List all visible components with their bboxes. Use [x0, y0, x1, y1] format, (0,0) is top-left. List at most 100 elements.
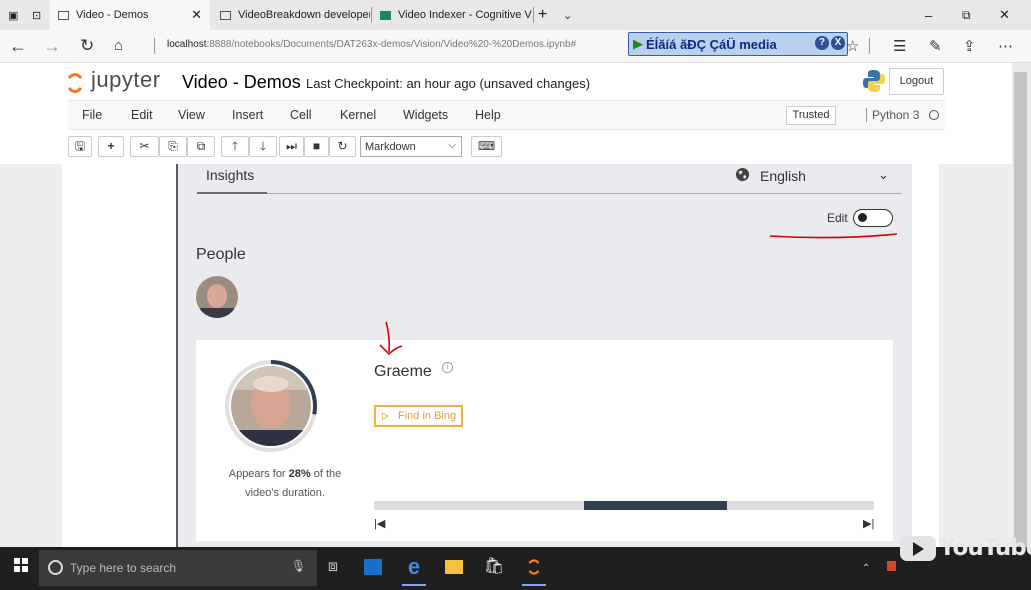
language-select[interactable]: English	[760, 168, 806, 184]
menu-edit[interactable]: Edit	[131, 108, 153, 122]
close-tab-icon[interactable]: ✕	[191, 7, 202, 23]
command-palette-keyboard-icon[interactable]: ⌨	[471, 136, 502, 157]
tab-label: Video - Demos	[76, 9, 149, 21]
minimize-icon[interactable]: –	[925, 0, 941, 30]
tab-insights[interactable]: Insights	[206, 167, 254, 183]
share-icon[interactable]: ⇪	[963, 37, 976, 55]
cut-icon[interactable]: ✂	[130, 136, 159, 157]
person-name[interactable]: Graeme	[374, 363, 432, 381]
tab-video-indexer[interactable]: Video Indexer - Cognitive V	[372, 0, 532, 30]
windows-taskbar: Type here to search 🎙 ⧈ e 🛍 ⌃ YouTube	[0, 535, 1031, 590]
windows-start-icon[interactable]	[14, 558, 28, 572]
web-note-pen-icon[interactable]: ✎	[929, 37, 942, 55]
back-arrow-icon[interactable]: ←	[9, 36, 27, 56]
menu-help[interactable]: Help	[475, 108, 501, 122]
page-icon	[220, 10, 231, 20]
toggle-knob	[858, 213, 867, 222]
tab-label: VideoBreakdown developer	[238, 9, 370, 21]
timeline-segment[interactable]	[584, 501, 727, 510]
interrupt-kernel-icon[interactable]: ■	[304, 136, 329, 157]
kernel-idle-indicator-icon	[929, 110, 939, 120]
jupyter-logo-text[interactable]: jupyter	[91, 67, 161, 93]
store-icon[interactable]: 🛍	[479, 553, 509, 581]
microphone-icon[interactable]: 🎙	[291, 559, 306, 573]
globe-icon	[735, 167, 750, 182]
task-view-icon[interactable]: ⧈	[318, 553, 348, 581]
paste-icon[interactable]: ⧉	[187, 136, 215, 157]
tab-preview-chevron-icon[interactable]: ⌄	[563, 0, 581, 30]
tab-videobreakdown[interactable]: VideoBreakdown developer	[212, 0, 370, 30]
edit-toggle[interactable]	[853, 209, 893, 227]
system-tray[interactable]: ⌃	[862, 561, 897, 574]
media-help-button[interactable]: ?	[815, 36, 829, 50]
timeline-end-icon[interactable]: ▶|	[863, 517, 874, 530]
favorites-star-icon[interactable]: ☆	[846, 37, 859, 55]
move-up-icon[interactable]: 🡑	[221, 136, 249, 157]
people-section-title: People	[196, 246, 246, 263]
restore-icon[interactable]: ⧉	[962, 0, 978, 30]
person-avatar	[225, 360, 317, 452]
checkpoint-status: Last Checkpoint: an hour ago (unsaved ch…	[306, 76, 591, 91]
find-in-bing-button[interactable]: ᐅ Find in Bing	[374, 405, 463, 427]
file-explorer-icon[interactable]	[439, 553, 469, 581]
tab-divider	[197, 193, 902, 194]
move-down-icon[interactable]: 🡓	[249, 136, 277, 157]
office-tray-icon[interactable]	[887, 561, 897, 571]
restart-kernel-icon[interactable]: ↻	[329, 136, 356, 157]
hub-icon[interactable]: ☰	[893, 37, 906, 55]
youtube-play-icon	[900, 535, 936, 561]
taskbar-search-box[interactable]: Type here to search 🎙	[39, 550, 317, 586]
appearance-text-mid: of the	[310, 468, 342, 480]
menu-kernel[interactable]: Kernel	[340, 108, 376, 122]
menu-insert[interactable]: Insert	[232, 108, 263, 122]
address-divider	[154, 38, 155, 54]
tab-video-demos[interactable]: Video - Demos ✕	[50, 0, 210, 30]
timeline-start-icon[interactable]: |◀	[374, 517, 385, 530]
chevron-down-icon[interactable]: ⌄	[878, 167, 889, 183]
notebook-title[interactable]: Video - Demos	[182, 72, 301, 93]
menu-view[interactable]: View	[178, 108, 205, 122]
info-icon[interactable]: i	[442, 362, 453, 373]
tab-actions-icon[interactable]: ▣	[0, 0, 28, 30]
tab-label: Video Indexer - Cognitive V	[398, 9, 532, 21]
jupyter-taskbar-icon[interactable]	[519, 553, 549, 586]
video-indexer-icon	[380, 10, 391, 20]
jupyter-logo-icon[interactable]	[66, 70, 84, 96]
home-icon[interactable]: ⌂	[114, 36, 123, 56]
media-close-button[interactable]: X	[831, 36, 845, 50]
window-close-icon[interactable]: ✕	[999, 0, 1015, 30]
trusted-badge[interactable]: Trusted	[786, 106, 836, 125]
menu-file[interactable]: File	[82, 108, 102, 122]
save-icon[interactable]: 🖫	[68, 136, 92, 157]
logout-button[interactable]: Logout	[889, 68, 944, 95]
page-icon	[58, 10, 69, 20]
insert-cell-icon[interactable]: +	[98, 136, 124, 157]
search-placeholder: Type here to search	[70, 561, 177, 575]
notebook-menubar: File Edit View Insert Cell Kernel Widget…	[68, 100, 945, 130]
new-tab-icon[interactable]: +	[538, 0, 558, 30]
more-options-icon[interactable]: ⋯	[998, 37, 1013, 55]
run-cell-icon[interactable]: ⏭	[279, 136, 304, 157]
media-toolbar-text: Éĺăíá ăĐÇ ÇáÜ media	[646, 36, 777, 52]
tray-chevron-icon[interactable]: ⌃	[862, 563, 870, 574]
menu-widgets[interactable]: Widgets	[403, 108, 448, 122]
scrollbar-thumb[interactable]	[1014, 72, 1027, 552]
kernel-name: Python 3	[866, 108, 919, 122]
video-insights-widget: Insights English ⌄ Edit People Appears f…	[178, 164, 912, 547]
appearance-percent: 28%	[288, 468, 311, 480]
outlook-icon[interactable]	[358, 553, 388, 581]
copy-icon[interactable]: ⎘	[159, 136, 187, 157]
forward-arrow-icon[interactable]: →	[43, 36, 61, 56]
jupyter-header: jupyter Video - Demos Last Checkpoint: a…	[0, 63, 1012, 164]
refresh-icon[interactable]: ↻	[80, 36, 94, 56]
cell-type-select[interactable]: Markdown ⌵	[360, 136, 462, 157]
url-field[interactable]: localhost:8888/notebooks/Documents/DAT26…	[167, 39, 576, 50]
set-aside-tabs-icon[interactable]: ⊡	[28, 0, 50, 30]
person-detail-card: Appears for 28% of the video's duration.…	[196, 340, 893, 541]
menu-cell[interactable]: Cell	[290, 108, 312, 122]
appearance-timeline[interactable]	[374, 501, 874, 510]
appearance-text-pre: Appears for	[228, 468, 289, 480]
media-download-toolbar[interactable]: ▶ Éĺăíá ăĐÇ ÇáÜ media ? X	[628, 32, 848, 56]
person-thumbnail-avatar[interactable]	[196, 276, 238, 318]
edge-browser-icon[interactable]: e	[399, 553, 429, 586]
